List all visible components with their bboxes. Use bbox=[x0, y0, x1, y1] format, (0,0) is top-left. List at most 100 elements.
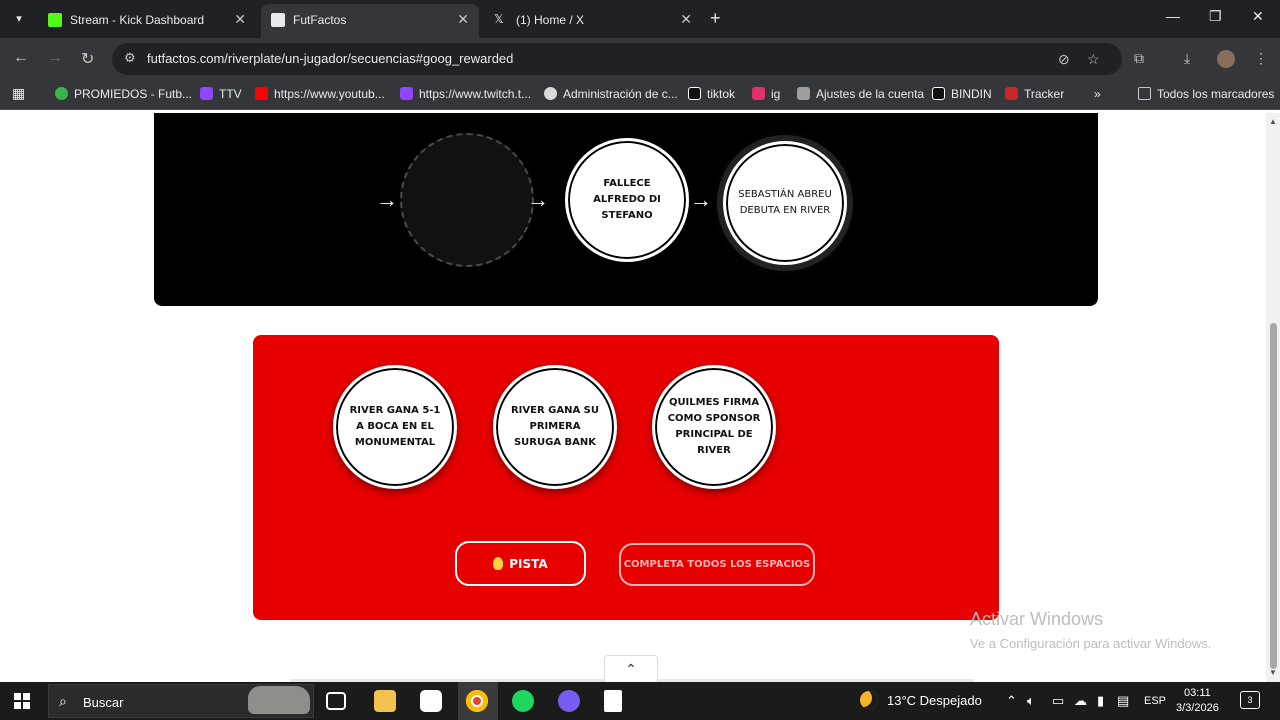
all-bookmarks-folder[interactable]: Todos los marcadores bbox=[1138, 87, 1274, 101]
option-card[interactable]: River gana 5-1 a Boca en el Monumental bbox=[333, 365, 457, 489]
reload-icon[interactable]: ↻ bbox=[81, 49, 94, 69]
bookmark-admin[interactable]: Administración de c... bbox=[544, 87, 678, 101]
apps-icon[interactable]: ▦ bbox=[12, 85, 25, 102]
futfactos-icon bbox=[271, 13, 285, 27]
back-icon[interactable]: ← bbox=[13, 49, 29, 67]
event-label: Fallece Alfredo Di Stefano bbox=[593, 178, 661, 221]
weather-moon-icon bbox=[860, 691, 878, 709]
minimize-button[interactable]: — bbox=[1166, 8, 1180, 24]
restore-button[interactable]: ❐ bbox=[1209, 8, 1222, 25]
close-icon[interactable]: ✕ bbox=[457, 11, 469, 28]
event-label: Sebastián Abreu debuta en River bbox=[738, 189, 832, 216]
bookmark-bindin[interactable]: BINDIN bbox=[932, 87, 992, 101]
bindin-icon bbox=[932, 87, 945, 100]
page-content: → → Fallece Alfredo Di Stefano → Sebasti… bbox=[0, 113, 1266, 682]
option-card[interactable]: Quilmes firma como sponsor principal de … bbox=[652, 365, 776, 489]
kick-icon bbox=[48, 13, 62, 27]
tab-strip: ▾ Stream - Kick Dashboard ✕ FutFactos ✕ … bbox=[0, 0, 1280, 38]
spotify-icon[interactable] bbox=[512, 690, 534, 712]
youtube-icon bbox=[255, 87, 268, 100]
activate-windows-watermark: Activar Windows Ve a Configuración para … bbox=[970, 609, 1212, 651]
lightbulb-icon bbox=[493, 557, 504, 570]
search-highlight-image bbox=[248, 686, 310, 714]
empty-slot[interactable] bbox=[400, 133, 534, 267]
scroll-down-icon[interactable]: ▼ bbox=[1269, 668, 1277, 677]
settings-page-icon bbox=[797, 87, 810, 100]
network-icon[interactable]: ▤ bbox=[1117, 693, 1129, 709]
tab-futfactos[interactable]: FutFactos ✕ bbox=[261, 4, 479, 38]
bookmark-ig[interactable]: ig bbox=[752, 87, 780, 101]
close-window-button[interactable]: ✕ bbox=[1252, 8, 1264, 25]
tab-title: Stream - Kick Dashboard bbox=[70, 13, 205, 27]
url-text[interactable]: futfactos.com/riverplate/un-jugador/secu… bbox=[147, 51, 513, 66]
clock[interactable]: 03:11 3/3/2026 bbox=[1176, 686, 1219, 716]
microphone-icon[interactable]: ▮ bbox=[1097, 693, 1104, 709]
options-panel: River gana 5-1 a Boca en el Monumental R… bbox=[253, 335, 999, 620]
more-bookmarks-icon[interactable]: » bbox=[1094, 87, 1101, 101]
bookmark-promiedos[interactable]: PROMIEDOS - Futb... bbox=[55, 87, 192, 101]
bookmark-ttv[interactable]: TTV bbox=[200, 87, 242, 101]
complete-button[interactable]: COMPLETA TODOS LOS ESPACIOS bbox=[619, 543, 815, 586]
sequence-event-card[interactable]: Fallece Alfredo Di Stefano bbox=[565, 138, 689, 262]
forward-icon[interactable]: → bbox=[47, 49, 63, 67]
discord-icon[interactable] bbox=[558, 690, 580, 712]
task-view-icon[interactable] bbox=[326, 692, 346, 710]
extensions-icon[interactable]: ⧉ bbox=[1134, 50, 1144, 67]
x-icon: 𝕏 bbox=[494, 12, 504, 26]
close-icon[interactable]: ✕ bbox=[234, 11, 246, 28]
document-app-icon[interactable] bbox=[604, 690, 622, 712]
volume-icon[interactable]: 🔈︎ bbox=[1027, 693, 1035, 709]
tab-title: (1) Home / X bbox=[516, 13, 585, 27]
bookmark-tiktok[interactable]: tiktok bbox=[688, 87, 735, 101]
new-tab-button[interactable]: + bbox=[710, 8, 721, 29]
folder-icon bbox=[1138, 87, 1151, 100]
instagram-icon bbox=[752, 87, 765, 100]
page-scrollbar[interactable]: ▲ ▼ bbox=[1266, 113, 1280, 682]
option-card[interactable]: River gana su primera Suruga Bank bbox=[493, 365, 617, 489]
profile-avatar[interactable] bbox=[1217, 50, 1235, 68]
download-icon[interactable]: ⤓ bbox=[1184, 50, 1190, 67]
language-indicator[interactable]: ESP bbox=[1144, 695, 1166, 707]
option-label: River gana 5-1 a Boca en el Monumental bbox=[349, 405, 441, 448]
admin-icon bbox=[544, 87, 557, 100]
tab-search-button[interactable]: ▾ bbox=[8, 8, 30, 30]
sequence-event-card[interactable]: Sebastián Abreu debuta en River bbox=[723, 141, 847, 265]
windows-taskbar: ⌕ Buscar 13°C Despejado ⌃ 🔈︎ ▭ ☁︎ ▮ ▤ ES… bbox=[0, 682, 1280, 720]
bookmark-ajustes[interactable]: Ajustes de la cuenta bbox=[797, 87, 924, 101]
scroll-thumb[interactable] bbox=[1270, 323, 1277, 669]
windows-start-icon[interactable] bbox=[14, 693, 30, 709]
tracker-icon bbox=[1005, 87, 1018, 100]
site-info-icon[interactable]: ⚙ bbox=[124, 50, 136, 66]
hint-button[interactable]: PISTA bbox=[455, 541, 586, 586]
show-hidden-icons[interactable]: ⌃ bbox=[1006, 693, 1017, 709]
media-muted-icon[interactable]: ⊘ bbox=[1058, 51, 1070, 68]
tab-x[interactable]: 𝕏 (1) Home / X ✕ bbox=[484, 4, 702, 38]
option-label: Quilmes firma como sponsor principal de … bbox=[667, 397, 761, 456]
star-icon[interactable]: ☆ bbox=[1087, 51, 1100, 68]
chrome-icon[interactable] bbox=[466, 690, 488, 712]
tiktok-icon bbox=[688, 87, 701, 100]
cloud-icon[interactable]: ☁︎ bbox=[1074, 693, 1087, 709]
close-icon[interactable]: ✕ bbox=[680, 11, 692, 28]
bookmark-tracker[interactable]: Tracker bbox=[1005, 87, 1064, 101]
bookmark-twitch[interactable]: https://www.twitch.t... bbox=[400, 87, 531, 101]
twitch-icon bbox=[200, 87, 213, 100]
search-icon: ⌕ bbox=[59, 693, 67, 709]
battery-icon[interactable]: ▭ bbox=[1052, 693, 1064, 709]
twitch-icon bbox=[400, 87, 413, 100]
scroll-up-icon[interactable]: ▲ bbox=[1269, 117, 1277, 126]
weather-text[interactable]: 13°C Despejado bbox=[887, 693, 982, 708]
browser-toolbar: ← → ↻ ⚙ futfactos.com/riverplate/un-juga… bbox=[0, 38, 1280, 80]
notification-center-icon[interactable]: 3 bbox=[1240, 691, 1260, 709]
sequence-arrow: → bbox=[527, 187, 549, 212]
menu-icon[interactable]: ⋮ bbox=[1254, 50, 1268, 67]
file-explorer-icon[interactable] bbox=[374, 690, 396, 712]
promiedos-icon bbox=[55, 87, 68, 100]
scroll-to-top-button[interactable]: ⌃ bbox=[604, 655, 658, 682]
tab-title: FutFactos bbox=[293, 13, 347, 27]
capcut-icon[interactable] bbox=[420, 690, 442, 712]
option-label: River gana su primera Suruga Bank bbox=[510, 405, 600, 448]
address-bar[interactable]: ⚙ futfactos.com/riverplate/un-jugador/se… bbox=[112, 43, 1122, 75]
tab-kick[interactable]: Stream - Kick Dashboard ✕ bbox=[38, 4, 256, 38]
bookmark-youtube[interactable]: https://www.youtub... bbox=[255, 87, 385, 101]
